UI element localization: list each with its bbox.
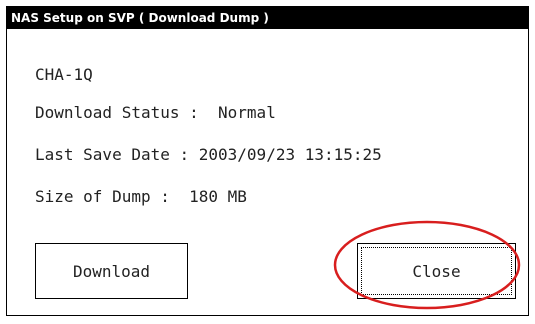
download-dump-dialog: NAS Setup on SVP ( Download Dump ) CHA-1… [6,6,529,316]
download-button[interactable]: Download [35,243,188,299]
close-button-label: Close [412,261,461,281]
dialog-title-bar: NAS Setup on SVP ( Download Dump ) [7,7,528,29]
dialog-title: NAS Setup on SVP ( Download Dump ) [11,11,269,25]
download-button-label: Download [72,261,151,281]
download-status-text: Download Status : Normal [35,103,276,122]
cha-label: CHA-1Q [35,65,93,84]
dump-size-text: Size of Dump : 180 MB [35,187,247,206]
last-save-date-text: Last Save Date : 2003/09/23 13:15:25 [35,145,382,164]
close-button[interactable]: Close [357,243,516,299]
